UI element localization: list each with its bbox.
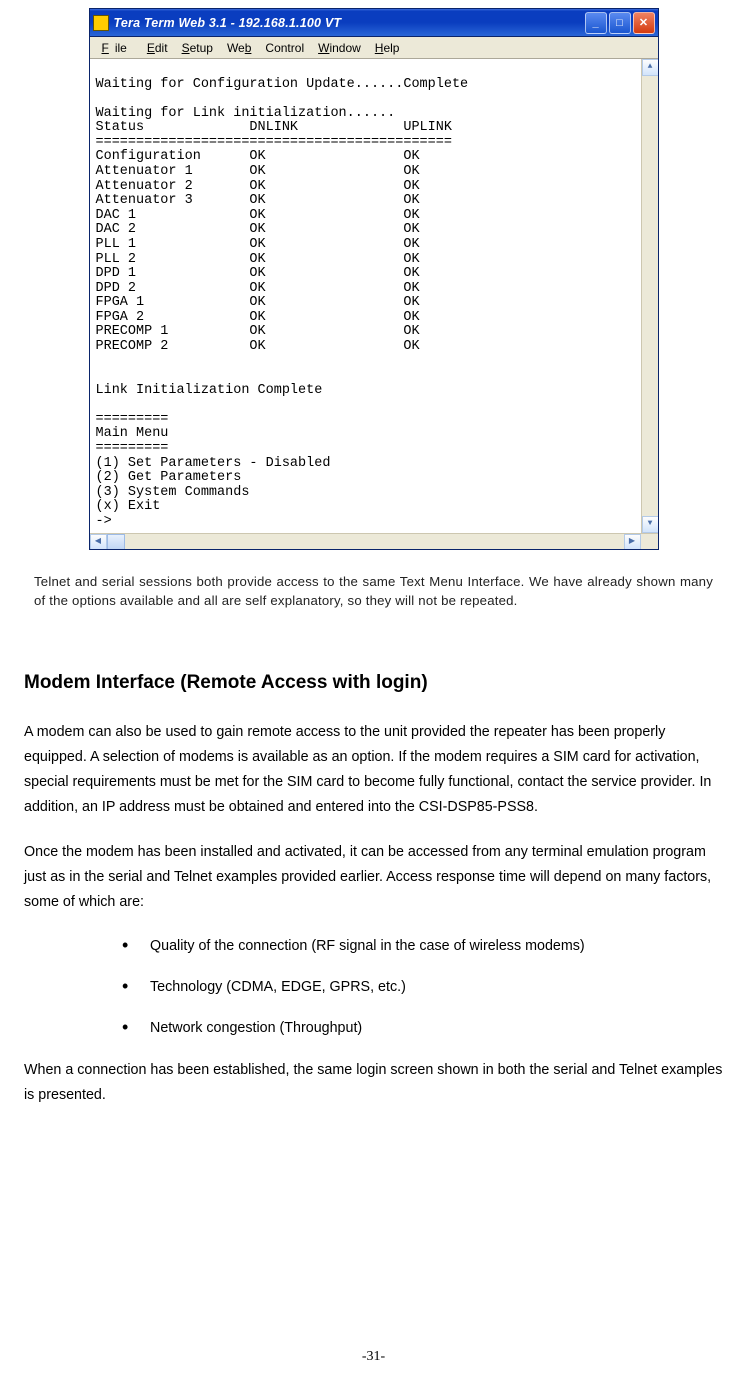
- scroll-left-icon[interactable]: ◀: [90, 534, 107, 549]
- scroll-right-icon[interactable]: ▶: [624, 534, 641, 549]
- terminal-area[interactable]: Waiting for Configuration Update......Co…: [90, 59, 658, 549]
- paragraph-3: When a connection has been established, …: [24, 1058, 727, 1108]
- menu-control[interactable]: Control: [259, 41, 310, 55]
- menu-file[interactable]: File: [96, 41, 139, 55]
- minimize-button[interactable]: _: [585, 12, 607, 34]
- scroll-down-icon[interactable]: ▼: [642, 516, 658, 533]
- terminal-output: Waiting for Configuration Update......Co…: [96, 77, 469, 529]
- paragraph-2: Once the modem has been installed and ac…: [24, 840, 727, 915]
- bullet-list: Quality of the connection (RF signal in …: [122, 935, 727, 1040]
- bullet-item: Technology (CDMA, EDGE, GPRS, etc.): [122, 976, 727, 999]
- resize-grip-icon[interactable]: [641, 534, 658, 549]
- menu-setup[interactable]: Setup: [176, 41, 219, 55]
- menu-web[interactable]: Web: [221, 41, 257, 55]
- scroll-thumb[interactable]: [107, 534, 125, 549]
- maximize-button[interactable]: □: [609, 12, 631, 34]
- menu-help[interactable]: Help: [369, 41, 406, 55]
- horizontal-scrollbar[interactable]: ◀ ▶: [90, 533, 658, 549]
- menu-edit[interactable]: Edit: [141, 41, 174, 55]
- bullet-item: Network congestion (Throughput): [122, 1017, 727, 1040]
- terminal-window: Tera Term Web 3.1 - 192.168.1.100 VT _ □…: [89, 8, 659, 550]
- page-number: -31-: [0, 1349, 747, 1365]
- paragraph-1: A modem can also be used to gain remote …: [24, 720, 727, 820]
- intro-paragraph: Telnet and serial sessions both provide …: [34, 572, 713, 610]
- titlebar[interactable]: Tera Term Web 3.1 - 192.168.1.100 VT _ □…: [90, 9, 658, 37]
- vertical-scrollbar[interactable]: ▲ ▼: [641, 59, 658, 533]
- window-title: Tera Term Web 3.1 - 192.168.1.100 VT: [114, 16, 585, 30]
- app-icon: [93, 15, 109, 31]
- bullet-item: Quality of the connection (RF signal in …: [122, 935, 727, 958]
- close-button[interactable]: ✕: [633, 12, 655, 34]
- section-heading: Modem Interface (Remote Access with logi…: [24, 672, 727, 694]
- menu-window[interactable]: Window: [312, 41, 367, 55]
- menubar: File Edit Setup Web Control Window Help: [90, 37, 658, 59]
- scroll-up-icon[interactable]: ▲: [642, 59, 658, 76]
